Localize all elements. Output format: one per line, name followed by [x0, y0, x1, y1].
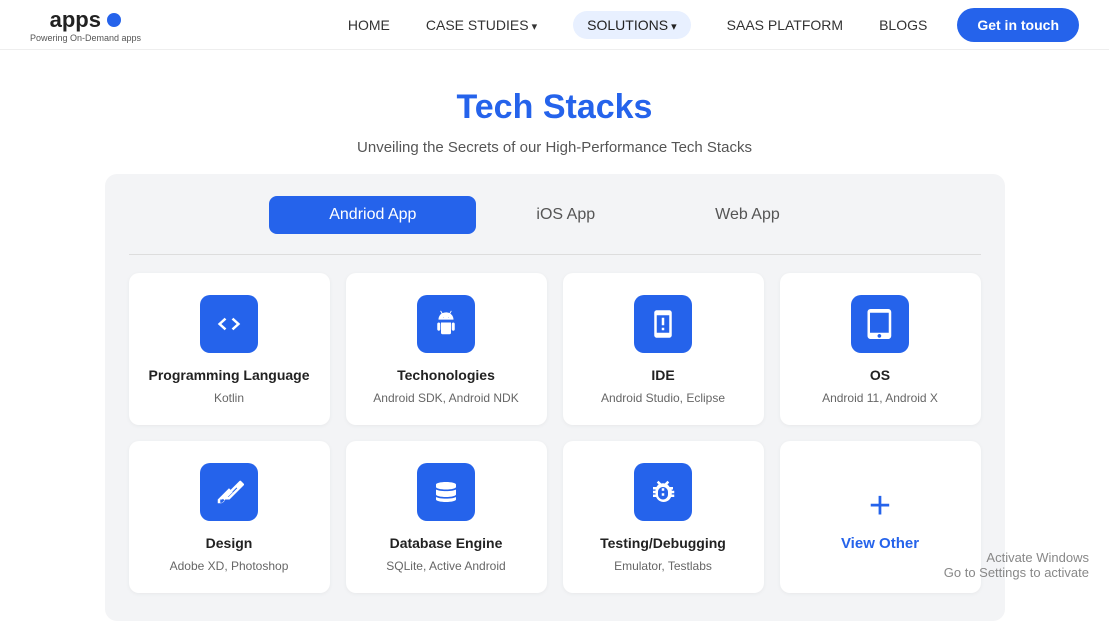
testing-debugging-desc: Emulator, Testlabs: [579, 557, 748, 575]
cards-grid: Programming Language Kotlin Techonologie…: [129, 273, 981, 593]
programming-language-icon: [200, 295, 258, 353]
database-icon: [431, 477, 461, 507]
os-desc: Android 11, Android X: [796, 389, 965, 407]
testing-debugging-icon: [634, 463, 692, 521]
nav-links: HOME CASE STUDIES SOLUTIONS SAAS PLATFOR…: [348, 11, 927, 39]
bug-icon: [648, 477, 678, 507]
design-tools-icon: [214, 477, 244, 507]
card-technologies: Techonologies Android SDK, Android NDK: [346, 273, 547, 425]
database-engine-desc: SQLite, Active Android: [362, 557, 531, 575]
hero-subtitle: Unveiling the Secrets of our High-Perfor…: [20, 139, 1089, 156]
card-programming-language: Programming Language Kotlin: [129, 273, 330, 425]
logo-text: apps: [50, 7, 101, 32]
mobile-icon: [648, 309, 678, 339]
navbar: apps Powering On-Demand apps HOME CASE S…: [0, 0, 1109, 50]
android-icon: [431, 309, 461, 339]
logo-icon: [107, 13, 121, 27]
tab-ios-app[interactable]: iOS App: [476, 196, 655, 234]
programming-language-title: Programming Language: [145, 367, 314, 383]
card-testing-debugging: Testing/Debugging Emulator, Testlabs: [563, 441, 764, 593]
card-ide: IDE Android Studio, Eclipse: [563, 273, 764, 425]
database-engine-icon: [417, 463, 475, 521]
technologies-desc: Android SDK, Android NDK: [362, 389, 531, 407]
nav-case-studies[interactable]: CASE STUDIES: [426, 17, 537, 33]
nav-solutions[interactable]: SOLUTIONS: [573, 11, 690, 39]
tab-android-app[interactable]: Andriod App: [269, 196, 476, 234]
ide-title: IDE: [579, 367, 748, 383]
design-title: Design: [145, 535, 314, 551]
card-view-other[interactable]: + View Other: [780, 441, 981, 593]
card-os: OS Android 11, Android X: [780, 273, 981, 425]
card-database-engine: Database Engine SQLite, Active Android: [346, 441, 547, 593]
tabs-bar: Andriod App iOS App Web App: [129, 196, 981, 234]
get-in-touch-button[interactable]: Get in touch: [957, 8, 1079, 42]
design-icon: [200, 463, 258, 521]
code-icon: [214, 309, 244, 339]
hero-title-accent: Stacks: [543, 88, 653, 126]
tablet-icon: [865, 309, 895, 339]
tech-stacks-section: Andriod App iOS App Web App Programming …: [105, 174, 1005, 621]
view-other-label: View Other: [841, 535, 919, 552]
technologies-title: Techonologies: [362, 367, 531, 383]
tab-web-app[interactable]: Web App: [655, 196, 840, 234]
tab-divider: [129, 254, 981, 255]
logo-sub: Powering On-Demand apps: [30, 33, 141, 43]
ide-icon: [634, 295, 692, 353]
database-engine-title: Database Engine: [362, 535, 531, 551]
logo: apps Powering On-Demand apps: [30, 7, 141, 43]
design-desc: Adobe XD, Photoshop: [145, 557, 314, 575]
os-title: OS: [796, 367, 965, 383]
hero-section: Tech Stacks Unveiling the Secrets of our…: [0, 50, 1109, 174]
os-icon: [851, 295, 909, 353]
nav-saas[interactable]: SAAS PLATFORM: [727, 17, 843, 33]
hero-title: Tech Stacks: [20, 88, 1089, 127]
view-other-plus-icon: +: [869, 487, 891, 525]
card-design: Design Adobe XD, Photoshop: [129, 441, 330, 593]
ide-desc: Android Studio, Eclipse: [579, 389, 748, 407]
technologies-icon: [417, 295, 475, 353]
nav-home[interactable]: HOME: [348, 17, 390, 33]
hero-title-plain: Tech: [457, 88, 543, 126]
nav-blogs[interactable]: BLOGS: [879, 17, 927, 33]
programming-language-desc: Kotlin: [145, 389, 314, 407]
testing-debugging-title: Testing/Debugging: [579, 535, 748, 551]
